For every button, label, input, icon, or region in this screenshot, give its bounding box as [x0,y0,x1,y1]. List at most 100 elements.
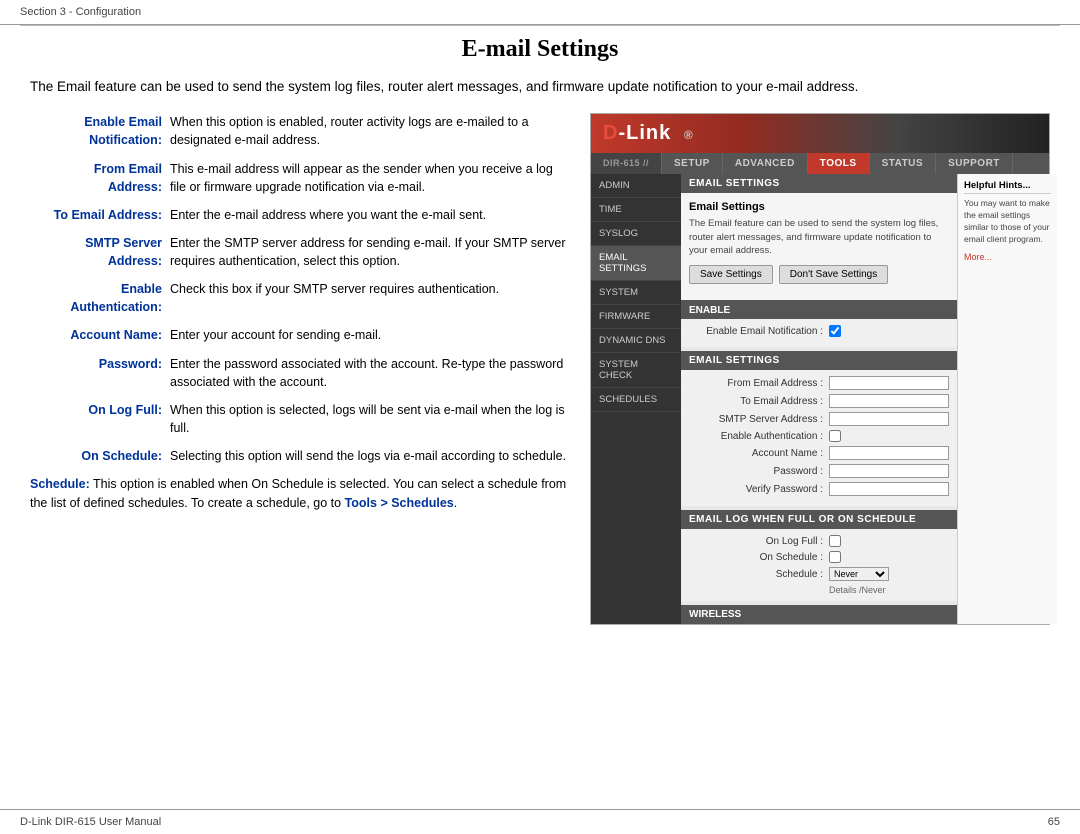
content-area: Enable EmailNotification: When this opti… [30,113,1050,625]
nav-support[interactable]: SUPPORT [936,153,1013,174]
password-row: Password : [689,464,949,478]
sidebar-email-settings[interactable]: EMAIL SETTINGS [591,246,681,281]
router-body: ADMIN TIME SYSLOG EMAIL SETTINGS SYSTEM … [591,174,1049,624]
wireless-bar: WIRELESS [681,605,957,624]
verify-password-row: Verify Password : [689,482,949,496]
from-email-input[interactable] [829,376,949,390]
on-log-full-checkbox[interactable] [829,535,841,547]
text-auth: Check this box if your SMTP server requi… [170,280,570,316]
section-header: EMAIL SETTINGS [681,174,957,193]
router-sidebar: ADMIN TIME SYSLOG EMAIL SETTINGS SYSTEM … [591,174,681,624]
auth-label: Enable Authentication : [689,431,829,442]
desc-on-schedule: On Schedule: Selecting this option will … [30,447,570,465]
label-password: Password: [30,355,170,391]
label-enable-email: Enable EmailNotification: [30,113,170,149]
enable-content: Enable Email Notification : [681,319,957,347]
nav-tools[interactable]: TOOLS [808,153,870,174]
section-desc: The Email feature can be used to send th… [689,217,949,257]
dont-save-settings-button[interactable]: Don't Save Settings [779,265,889,284]
page-footer: D-Link DIR-615 User Manual 65 [0,809,1080,834]
section-content: Email Settings The Email feature can be … [681,193,957,300]
nav-status[interactable]: STATUS [870,153,937,174]
desc-enable-email: Enable EmailNotification: When this opti… [30,113,570,149]
helpful-title: Helpful Hints... [964,180,1051,194]
sidebar-dynamic-dns[interactable]: DYNAMIC DNS [591,329,681,353]
label-auth: EnableAuthentication: [30,280,170,316]
label-to-email: To Email Address: [30,206,170,224]
header-label: Section 3 - Configuration [20,6,141,18]
schedule-label: Schedule: [30,477,90,491]
desc-account: Account Name: Enter your account for sen… [30,326,570,344]
label-account: Account Name: [30,326,170,344]
text-password: Enter the password associated with the a… [170,355,570,391]
text-to-email: Enter the e-mail address where you want … [170,206,570,224]
label-on-schedule: On Schedule: [30,447,170,465]
smtp-row: SMTP Server Address : [689,412,949,426]
on-schedule-row: On Schedule : [689,551,949,563]
tools-schedules-link: Tools > Schedules [345,496,454,510]
nav-device: DIR-615 // [591,153,662,174]
schedule-select-label: Schedule : [689,569,829,580]
verify-password-input[interactable] [829,482,949,496]
router-main-area: EMAIL SETTINGS Email Settings The Email … [681,174,957,624]
enable-notification-row: Enable Email Notification : [689,325,949,337]
section-title: Email Settings [689,201,949,213]
schedule-select[interactable]: Never [829,567,889,581]
text-on-schedule: Selecting this option will send the logs… [170,447,570,465]
details-label: Details /Never [689,585,949,595]
enable-notification-checkbox[interactable] [829,325,841,337]
desc-auth: EnableAuthentication: Check this box if … [30,280,570,316]
text-from-email: This e-mail address will appear as the s… [170,160,570,196]
smtp-input[interactable] [829,412,949,426]
page-header: Section 3 - Configuration [0,0,1080,25]
main-content: E-mail Settings The Email feature can be… [0,26,1080,685]
email-form: From Email Address : To Email Address : … [681,370,957,506]
helpful-hints: Helpful Hints... You may want to make th… [957,174,1057,624]
schedule-select-row: Schedule : Never [689,567,949,581]
nav-setup[interactable]: SETUP [662,153,723,174]
from-email-row: From Email Address : [689,376,949,390]
desc-smtp: SMTP ServerAddress: Enter the SMTP serve… [30,234,570,270]
desc-password: Password: Enter the password associated … [30,355,570,391]
router-panel: D-Link ® DIR-615 // SETUP ADVANCED TOOLS… [590,113,1050,625]
account-row: Account Name : [689,446,949,460]
sidebar-admin[interactable]: ADMIN [591,174,681,198]
page-title: E-mail Settings [30,36,1050,63]
on-schedule-checkbox[interactable] [829,551,841,563]
sidebar-syslog[interactable]: SYSLOG [591,222,681,246]
sidebar-firmware[interactable]: FIRMWARE [591,305,681,329]
sidebar-time[interactable]: TIME [591,198,681,222]
desc-to-email: To Email Address: Enter the e-mail addre… [30,206,570,224]
schedule-note-text: This option is enabled when On Schedule … [30,477,566,510]
nav-advanced[interactable]: ADVANCED [723,153,808,174]
helpful-text: You may want to make the email settings … [964,198,1051,246]
to-email-input[interactable] [829,394,949,408]
sidebar-schedules[interactable]: SCHEDULES [591,388,681,412]
enable-header: ENABLE [681,302,957,319]
router-main: EMAIL SETTINGS Email Settings The Email … [681,174,957,624]
sidebar-system-check[interactable]: SYSTEM CHECK [591,353,681,388]
save-settings-button[interactable]: Save Settings [689,265,773,284]
account-input[interactable] [829,446,949,460]
email-settings-section: EMAIL SETTINGS From Email Address : To E… [681,351,957,506]
text-on-log-full: When this option is selected, logs will … [170,401,570,437]
to-email-label: To Email Address : [689,396,829,407]
desc-from-email: From EmailAddress: This e-mail address w… [30,160,570,196]
left-descriptions: Enable EmailNotification: When this opti… [30,113,570,625]
from-email-label: From Email Address : [689,378,829,389]
password-input[interactable] [829,464,949,478]
sidebar-system[interactable]: SYSTEM [591,281,681,305]
log-header: EMAIL LOG WHEN FULL OR ON SCHEDULE [681,510,957,529]
password-label: Password : [689,466,829,477]
smtp-label: SMTP Server Address : [689,414,829,425]
helpful-more-link[interactable]: More... [964,252,1051,262]
enable-notification-label: Enable Email Notification : [689,326,829,337]
text-enable-email: When this option is enabled, router acti… [170,113,570,149]
label-on-log-full: On Log Full: [30,401,170,437]
text-smtp: Enter the SMTP server address for sendin… [170,234,570,270]
auth-checkbox[interactable] [829,430,841,442]
to-email-row: To Email Address : [689,394,949,408]
enable-section: ENABLE Enable Email Notification : [681,300,957,347]
text-account: Enter your account for sending e-mail. [170,326,570,344]
router-nav: DIR-615 // SETUP ADVANCED TOOLS STATUS S… [591,153,1049,174]
